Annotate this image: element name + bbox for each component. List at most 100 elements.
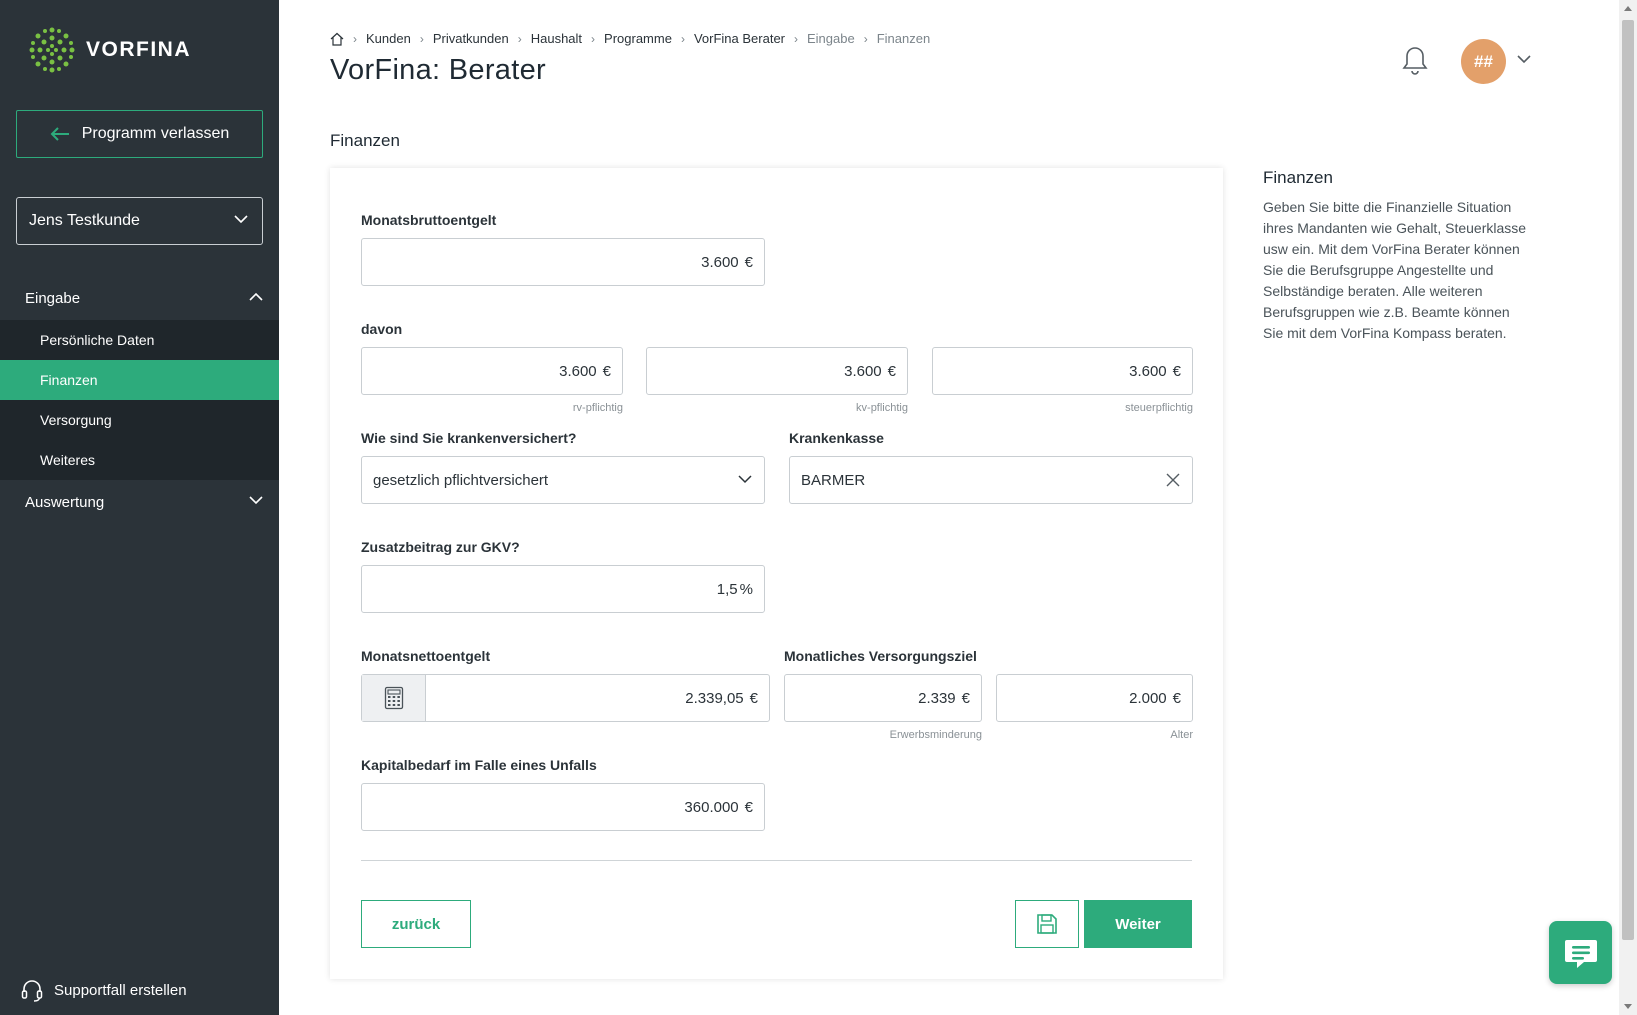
currency-unit: € [744,798,753,816]
alter-value[interactable] [1008,689,1167,707]
leave-program-label: Programm verlassen [81,125,230,142]
currency-unit: € [1172,689,1181,707]
support-label: Supportfall erstellen [54,981,187,999]
erwerbsminderung-hint: Erwerbsminderung [889,729,982,741]
breadcrumb-kunden[interactable]: Kunden [366,31,411,46]
zusatzbeitrag-value[interactable] [373,580,738,598]
breadcrumb-programme[interactable]: Programme [604,31,672,46]
zusatzbeitrag-input[interactable]: % [361,565,765,613]
netto-input[interactable]: € [361,674,770,722]
netto-value[interactable] [437,689,744,707]
davon-label: davon [361,321,403,337]
calculator-button[interactable] [362,675,426,721]
finance-form-card: Monatsbruttoentgelt € davon € rv-pflicht… [330,168,1223,979]
calculator-icon [384,686,403,710]
sidebar-item-finanzen[interactable]: Finanzen [0,360,279,400]
krankenkasse-label: Krankenkasse [789,430,884,446]
versicherung-label: Wie sind Sie krankenversichert? [361,430,577,446]
chevron-down-icon[interactable] [1517,55,1531,64]
sidebar-item-weiteres[interactable]: Weiteres [0,440,279,480]
breadcrumb-separator: › [794,31,798,46]
form-divider [361,860,1192,861]
leave-program-button[interactable]: Programm verlassen [16,110,263,158]
help-text: Geben Sie bitte die Finanzielle Situatio… [1263,199,1527,341]
scroll-up-arrow[interactable] [1624,6,1632,11]
zusatzbeitrag-label: Zusatzbeitrag zur GKV? [361,539,520,555]
floppy-disk-icon [1037,914,1057,934]
versicherung-select[interactable]: gesetzlich pflichtversichert [361,456,765,504]
kv-pflichtig-input[interactable]: € [646,347,908,395]
client-name: Jens Testkunde [29,212,140,229]
nav-section-auswertung[interactable]: Auswertung [0,480,279,524]
back-button[interactable]: zurück [361,900,471,948]
support-link[interactable]: Supportfall erstellen [20,978,187,1002]
section-title: Finanzen [330,131,400,150]
save-button[interactable] [1015,900,1079,948]
brutto-value[interactable] [373,253,739,271]
nav-section-label: Auswertung [25,493,105,511]
alter-input[interactable]: € [996,674,1193,722]
client-select[interactable]: Jens Testkunde [16,197,263,245]
unfall-value[interactable] [373,798,739,816]
alter-hint: Alter [1170,729,1193,741]
netto-label: Monatsnettoentgelt [361,648,491,664]
bell-icon[interactable] [1402,45,1428,75]
breadcrumb-haushalt[interactable]: Haushalt [531,31,582,46]
sidebar-item-label: Persönliche Daten [40,332,155,348]
chat-button[interactable] [1549,921,1612,984]
steuerpflichtig-value[interactable] [944,362,1167,380]
next-button[interactable]: Weiter [1084,900,1192,948]
breadcrumb-separator: › [353,31,357,46]
krankenkasse-input[interactable] [789,456,1193,504]
unfall-input[interactable]: € [361,783,765,831]
breadcrumb-separator: › [591,31,596,46]
breadcrumb-separator: › [680,31,685,46]
chevron-down-icon [738,475,752,484]
currency-unit: € [961,689,970,707]
currency-unit: € [749,689,758,707]
erwerbsminderung-value[interactable] [796,689,956,707]
home-icon[interactable] [330,32,344,46]
breadcrumb-privatkunden[interactable]: Privatkunden [433,31,509,46]
breadcrumb-separator: › [419,31,424,46]
close-icon[interactable] [1166,473,1180,487]
currency-unit: € [602,362,611,380]
nav-section-label: Eingabe [25,289,81,307]
nav-section-eingabe[interactable]: Eingabe [0,276,279,320]
breadcrumb: › Kunden › Privatkunden › Haushalt › Pro… [330,31,930,46]
sidebar-item-label: Finanzen [40,372,98,388]
krankenkasse-value[interactable] [801,471,1181,489]
chevron-down-icon [249,496,263,505]
vertical-scrollbar[interactable] [1619,0,1637,1015]
brutto-input[interactable]: € [361,238,765,286]
scroll-down-arrow[interactable] [1624,1004,1632,1009]
steuerpflichtig-input[interactable]: € [932,347,1193,395]
logo-text: VORFINA [86,38,191,61]
rv-pflichtig-hint: rv-pflichtig [572,402,623,414]
chevron-down-icon [234,215,248,224]
sidebar-item-persoenliche-daten[interactable]: Persönliche Daten [0,320,279,360]
sidebar: VORFINA Programm verlassen Jens Testkund… [0,0,279,1015]
sidebar-item-versorgung[interactable]: Versorgung [0,400,279,440]
chevron-up-icon [249,292,263,301]
breadcrumb-finanzen: Finanzen [876,31,931,46]
percent-unit: % [739,580,753,598]
help-title: Finanzen [1263,168,1333,187]
scrollbar-thumb[interactable] [1622,20,1634,940]
nav-submenu-eingabe: Persönliche Daten Finanzen Versorgung We… [0,320,279,480]
breadcrumb-vorfina-berater[interactable]: VorFina Berater [694,31,785,46]
erwerbsminderung-input[interactable]: € [784,674,982,722]
page-title: VorFina: Berater [330,54,546,86]
rv-pflichtig-input[interactable]: € [361,347,623,395]
kv-pflichtig-value[interactable] [658,362,882,380]
avatar[interactable]: ## [1461,39,1506,84]
sidebar-item-label: Versorgung [40,412,112,428]
currency-unit: € [1172,362,1181,380]
rv-pflichtig-value[interactable] [373,362,597,380]
steuerpflichtig-hint: steuerpflichtig [1125,402,1193,414]
breadcrumb-eingabe: Eingabe [807,31,855,46]
headset-icon [21,980,43,1002]
arrow-left-icon [50,127,69,141]
breadcrumb-separator: › [863,31,868,46]
vorfina-logo[interactable]: VORFINA [28,26,191,74]
